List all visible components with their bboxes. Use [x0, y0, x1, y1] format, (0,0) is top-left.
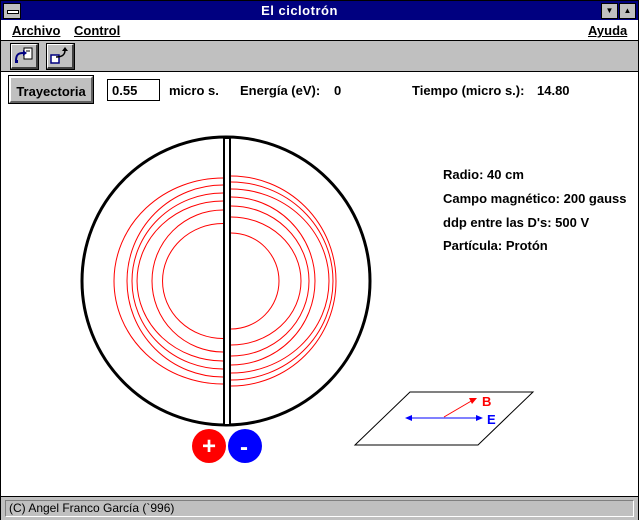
simulation-panel: Trayectoria micro s. Energía (eV): 0 Tie…	[1, 72, 638, 495]
trajectory-arc	[126, 184, 224, 378]
cyclotron-canvas: + - B E	[80, 135, 535, 463]
e-field-label: E	[487, 412, 496, 427]
export-icon	[50, 47, 68, 64]
main-window: El ciclotrón ▼ ▲ Archivo Control Ayuda T…	[0, 0, 639, 520]
toolbar	[1, 41, 638, 72]
minimize-button[interactable]: ▼	[601, 3, 618, 19]
menu-archivo[interactable]: Archivo	[12, 23, 60, 38]
dee-gap	[223, 137, 231, 426]
menu-ayuda[interactable]: Ayuda	[588, 23, 627, 38]
positive-terminal-sign: +	[202, 433, 216, 460]
menu-control[interactable]: Control	[74, 23, 120, 38]
open-file-icon	[15, 47, 33, 63]
trajectory-arc	[113, 177, 224, 385]
trajectory-arc	[230, 181, 334, 381]
b-field-label: B	[482, 394, 491, 409]
negative-terminal-sign: -	[240, 434, 248, 461]
trajectory-arc	[230, 232, 280, 330]
status-bar: (C) Angel Franco García (`996)	[1, 496, 638, 520]
status-text: (C) Angel Franco García (`996)	[5, 500, 634, 517]
menu-control-label: Control	[74, 23, 121, 38]
trajectory-arc	[230, 205, 310, 357]
open-file-button[interactable]	[10, 43, 39, 70]
export-button[interactable]	[46, 43, 75, 70]
e-field-arrowhead-right	[476, 415, 483, 421]
trajectory-arc	[230, 216, 302, 346]
b-field-arrowhead	[469, 398, 477, 404]
trajectory-arc	[131, 192, 224, 370]
menu-archivo-label: Archivo	[12, 23, 61, 38]
menu-ayuda-label: Ayuda	[588, 23, 628, 38]
trajectory-arc	[230, 196, 316, 366]
menu-bar: Archivo Control Ayuda	[1, 21, 638, 41]
maximize-button[interactable]: ▲	[619, 3, 636, 19]
window-title: El ciclotrón	[261, 3, 338, 18]
trajectory-arc	[162, 223, 224, 339]
e-field-arrowhead-left	[405, 415, 412, 421]
b-field-arrow	[443, 399, 474, 418]
title-bar[interactable]: El ciclotrón ▼ ▲	[1, 1, 638, 20]
